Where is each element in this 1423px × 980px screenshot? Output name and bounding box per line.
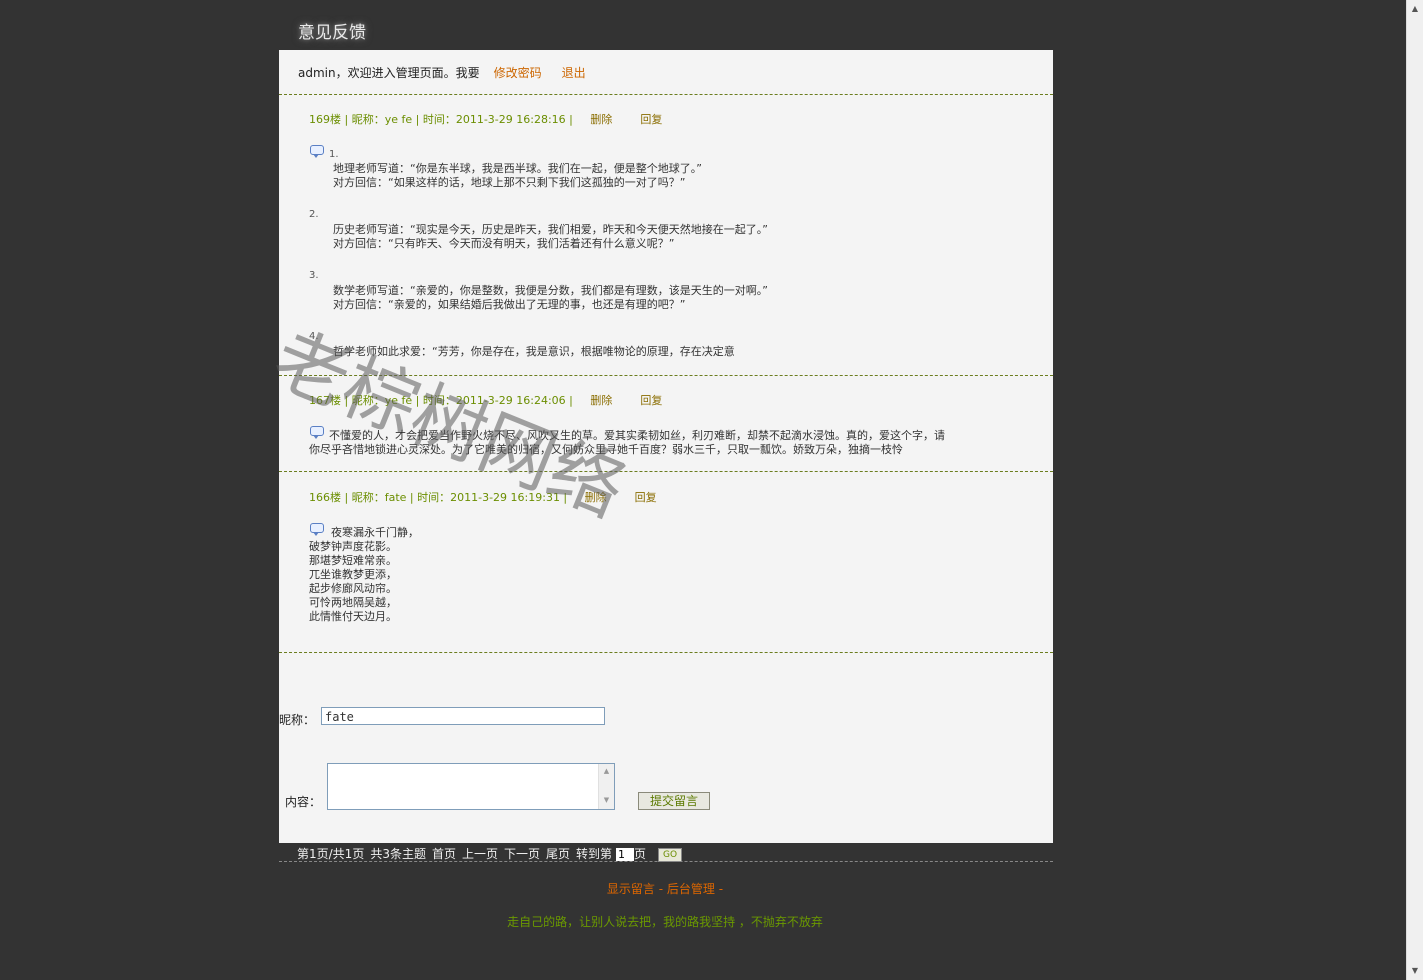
- post-time: 2011-3-29 16:28:16: [455, 113, 566, 126]
- scroll-up-icon[interactable]: ▲: [599, 764, 614, 778]
- footer-separator: -: [654, 882, 667, 896]
- go-button[interactable]: GO: [658, 847, 683, 862]
- footer-links: 显示留言 - 后台管理 -: [0, 880, 1330, 897]
- item-number: 1.: [329, 149, 339, 160]
- page-info: 第1页/共1页: [297, 847, 365, 861]
- comment-icon: [310, 426, 324, 439]
- post-line: 哲学老师如此求爱：“芳芳，你是存在，我是意识，根据唯物论的原理，存在决定意: [333, 345, 735, 358]
- total-topics: 共3条主题: [370, 847, 426, 861]
- item-number: 2.: [309, 209, 319, 220]
- admin-bar: admin，欢迎进入管理页面。我要 修改密码 退出: [298, 64, 586, 81]
- scroll-down-icon[interactable]: ▼: [599, 793, 614, 807]
- delete-link[interactable]: 删除: [585, 491, 607, 504]
- reply-link[interactable]: 回复: [640, 113, 662, 126]
- post-header: 167楼 | 昵称：ye fe | 时间：2011-3-29 16:24:06 …: [309, 394, 663, 407]
- post-nick: ye fe: [384, 113, 413, 126]
- footer-divider: [279, 861, 1053, 862]
- post-line: 你尽乎吝惜地锁进心灵深处。为了它唯美的归宿，又何妨众里寻她千百度？弱水三千，只取…: [309, 443, 903, 456]
- message-board-panel: admin，欢迎进入管理页面。我要 修改密码 退出 169楼 | 昵称：ye fe …: [279, 50, 1053, 843]
- footer-motto: 走自己的路，让别人说去把，我的路我坚持 ，不抛弃不放弃: [507, 915, 823, 929]
- delete-link[interactable]: 删除: [590, 394, 612, 407]
- post-nick: fate: [384, 491, 407, 504]
- delete-link[interactable]: 删除: [590, 113, 612, 126]
- content-textarea[interactable]: ▲ ▼: [327, 763, 615, 810]
- nick-field[interactable]: fate: [321, 707, 605, 725]
- post-floor: 167楼: [309, 394, 341, 407]
- nick-field-label: 昵称：: [279, 713, 316, 727]
- post-time: 2011-3-29 16:19:31: [450, 491, 560, 504]
- last-page-link[interactable]: 尾页: [546, 847, 570, 861]
- nick-label: 昵称：: [351, 394, 385, 407]
- post-line: 对方回信：“亲爱的，如果结婚后我做出了无理的事，也还是有理的吧？”: [333, 298, 686, 311]
- post-time: 2011-3-29 16:24:06: [455, 394, 566, 407]
- post-floor: 166楼: [309, 491, 341, 504]
- page-suffix: 页: [634, 847, 647, 861]
- divider: [279, 652, 1053, 653]
- content-field-label: 内容：: [285, 795, 322, 809]
- post-header: 166楼 | 昵称：fate | 时间：2011-3-29 16:19:31 |…: [309, 491, 657, 504]
- reply-link[interactable]: 回复: [640, 394, 662, 407]
- comment-icon: [310, 145, 324, 158]
- submit-button[interactable]: 提交留言: [638, 792, 710, 810]
- post-header: 169楼 | 昵称：ye fe | 时间：2011-3-29 16:28:16 …: [309, 113, 663, 126]
- post-line: 此情惟付天边月。: [309, 610, 397, 623]
- page-number-input[interactable]: 1: [616, 848, 635, 861]
- time-label: 时间：: [422, 113, 456, 126]
- nick-label: 昵称：: [351, 491, 385, 504]
- item-number: 3.: [309, 270, 319, 281]
- comment-icon: [310, 523, 324, 536]
- change-password-link[interactable]: 修改密码: [494, 66, 542, 80]
- admin-link[interactable]: 后台管理: [667, 882, 715, 896]
- divider: [279, 471, 1053, 472]
- item-number: 4.: [309, 331, 319, 342]
- scroll-up-icon[interactable]: ▲: [1409, 2, 1421, 16]
- post-floor: 169楼: [309, 113, 341, 126]
- logout-link[interactable]: 退出: [562, 66, 586, 80]
- post-nick: ye fe: [384, 394, 413, 407]
- post-line: 对方回信：“只有昨天、今天而没有明天，我们活着还有什么意义呢？”: [333, 237, 675, 250]
- footer-trailing: -: [714, 882, 724, 896]
- welcome-text: admin，欢迎进入管理页面。我要: [298, 66, 480, 80]
- time-label: 时间：: [422, 394, 456, 407]
- reply-link[interactable]: 回复: [635, 491, 657, 504]
- divider: [279, 375, 1053, 376]
- pagination: 第1页/共1页 共3条主题 首页 上一页 下一页 尾页 转到第 1 页 GO: [297, 845, 688, 862]
- next-page-link[interactable]: 下一页: [504, 847, 540, 861]
- first-page-link[interactable]: 首页: [432, 847, 456, 861]
- time-label: 时间：: [417, 491, 451, 504]
- show-messages-link[interactable]: 显示留言: [607, 882, 655, 896]
- prev-page-link[interactable]: 上一页: [462, 847, 498, 861]
- divider: [279, 94, 1053, 95]
- site-title: 意见反馈: [298, 23, 366, 43]
- goto-label: 转到第: [576, 847, 613, 861]
- scroll-down-icon[interactable]: ▼: [1409, 964, 1421, 978]
- page-scrollbar[interactable]: ▲ ▼: [1406, 0, 1423, 980]
- textarea-scrollbar[interactable]: ▲ ▼: [598, 764, 614, 809]
- nick-label: 昵称：: [351, 113, 385, 126]
- post-line: 对方回信：“如果这样的话，地球上那不只剩下我们这孤独的一对了吗？”: [333, 176, 686, 189]
